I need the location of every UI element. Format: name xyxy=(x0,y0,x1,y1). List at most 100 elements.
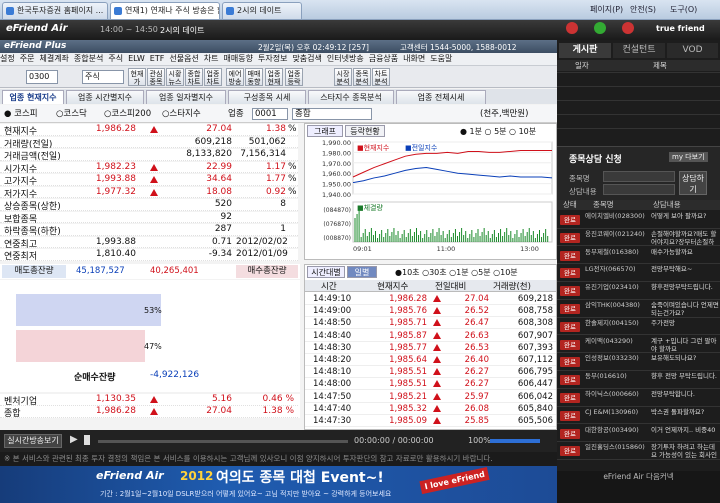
live-view-button[interactable]: 실시간방송보기 xyxy=(4,434,62,448)
tools-menu[interactable]: 도구(O) xyxy=(670,3,697,17)
stock-consult-row[interactable]: 완료 삼익THK(004380) 숨죽이며있습니다 언제면 되는건가요? xyxy=(557,300,720,318)
toolbar-button[interactable]: 관심종목 xyxy=(147,68,165,86)
tab-graph[interactable]: 그래프 xyxy=(307,125,343,137)
tab-time[interactable]: 시간대별 xyxy=(307,266,345,278)
toolbar-button[interactable]: 현재가 xyxy=(128,68,146,86)
stock-consult-row[interactable]: 완료 한솔제지(004150) 주가전망 xyxy=(557,318,720,336)
tick-radios[interactable]: ●10초 ○30초 ○1분 ○5분 ○10분 xyxy=(395,267,518,278)
broadcast-icon[interactable] xyxy=(622,22,634,34)
legend-prev: ■전일지수 xyxy=(405,143,438,152)
toolbar-button[interactable]: 시장분석 xyxy=(334,68,352,86)
browser-tab-active[interactable]: 연재1) 연재나 주식 방송은 합... xyxy=(110,2,220,19)
sector-tab[interactable]: 구성종목 시세 xyxy=(228,90,306,104)
stock-name: 하이닉스(000660) xyxy=(585,390,639,398)
board-row[interactable]: 12.01.31 <1/31 국내외 주요뉴스> xyxy=(557,128,720,129)
menu-item[interactable]: 주문 xyxy=(20,54,35,63)
radio-kospi200[interactable]: ○코스피200 xyxy=(104,105,151,123)
info-icon[interactable] xyxy=(566,22,578,34)
radio-star[interactable]: ○스타지수 xyxy=(162,105,201,123)
progress-slider[interactable] xyxy=(98,440,348,443)
toolbar-button[interactable]: 에어방송 xyxy=(226,68,244,86)
stock-consult-row[interactable]: 완료 인성정보(033230) 보유해도되나요? xyxy=(557,353,720,371)
menu-item[interactable]: 체결계좌 xyxy=(39,54,68,63)
type-select[interactable]: 주식 xyxy=(82,70,124,84)
value: 1,130.35 xyxy=(95,394,136,404)
my-more-button[interactable]: my 다보기 xyxy=(669,152,708,162)
board-row[interactable]: 12.02.01 <2/1 국내외 주요뉴스> xyxy=(557,114,720,115)
browser-tab[interactable]: 2시의 데이트 xyxy=(222,2,302,19)
toolbar-button[interactable]: 종합차트 xyxy=(185,68,203,86)
code-input[interactable]: 0300 xyxy=(26,70,58,84)
stock-consult-row[interactable]: 완료 동부제철(016380) 매수가능할까요 xyxy=(557,247,720,265)
stock-consult-row[interactable]: 완료 동부(016610) 향후 전망 부탁드립니다. xyxy=(557,371,720,389)
menu-item[interactable]: 주식 xyxy=(108,54,123,63)
radio-kosdaq[interactable]: ○코스닥 xyxy=(56,105,87,123)
tick-time: 14:48:20 xyxy=(313,355,352,365)
tick-row: 14:47:30 1,985.09 25.85 605,506 xyxy=(305,415,556,427)
stock-consult-row[interactable]: 완료 유진기업(023410) 향후전망부탁드립니다. xyxy=(557,282,720,300)
stock-consult-row[interactable]: 완료 에이치엘비(028300) 어떻게 보아 팔까요? xyxy=(557,211,720,229)
menu-item[interactable]: 선물옵션 xyxy=(169,54,198,63)
stock-consult-row[interactable]: 완료 케이맥(043290) 계구 +입니다 그런 팔아야 할까요 xyxy=(557,336,720,354)
stock-consult-row[interactable]: 완료 CJ E&M(130960) 박스권 돌파할까요? xyxy=(557,407,720,425)
safety-menu[interactable]: 안전(S) xyxy=(630,3,656,17)
menu-item[interactable]: ELW xyxy=(128,54,145,63)
consult-submit-button[interactable]: 상담하기 xyxy=(679,171,707,195)
menu-item[interactable]: 도움말 xyxy=(430,54,452,63)
up-arrow-icon xyxy=(433,392,441,400)
stock-name-input[interactable] xyxy=(603,171,675,182)
event-banner[interactable]: eFriend Air 2012 여의도 종목 대첩 Event~! 기간 : … xyxy=(0,466,557,503)
sector-tab[interactable]: 업종 전체시세 xyxy=(396,90,486,104)
stop-icon[interactable] xyxy=(84,435,90,445)
radio-kospi[interactable]: ● 코스피 xyxy=(4,105,38,123)
consult-content-input[interactable] xyxy=(603,184,675,195)
menu-item[interactable]: 맞춤검색 xyxy=(292,54,321,63)
status-badge: 완료 xyxy=(560,321,580,332)
tab-consultant[interactable]: 컨설턴트 xyxy=(613,43,665,58)
trade-icon[interactable] xyxy=(594,22,606,34)
toolbar-button[interactable]: 종목분석 xyxy=(353,68,371,86)
page-menu[interactable]: 페이지(P) xyxy=(590,3,623,17)
tab-board[interactable]: 게시판 xyxy=(559,43,611,58)
chart-period-radios[interactable]: ● 1분 ○ 5분 ○ 10분 xyxy=(460,126,536,137)
menu-item[interactable]: 매매동향 xyxy=(224,54,253,63)
stock-consult-row[interactable]: 완료 대한항공(003490) 이거 언제까지.. 비중40 xyxy=(557,425,720,443)
play-icon[interactable]: ▶ xyxy=(70,434,78,445)
sector-tab[interactable]: 업종 현재지수 xyxy=(2,90,64,104)
tick-index: 1,985.87 xyxy=(389,330,427,341)
toolbar-button[interactable]: 시황뉴스 xyxy=(166,68,184,86)
tab-vod[interactable]: VOD xyxy=(667,43,718,58)
stock-name: 에이치엘비(028300) xyxy=(585,212,645,220)
toolbar-button[interactable]: 업종현재 xyxy=(265,68,283,86)
sector-code-input[interactable]: 0001 xyxy=(252,108,288,120)
menu-item[interactable]: 내화면 xyxy=(403,54,425,63)
menu-item[interactable]: 종합분석 xyxy=(74,54,103,63)
browser-tab[interactable]: 한국투자증권 홈페이지 ... xyxy=(2,2,108,19)
board-row[interactable]: 08:27 [★][2/2 국내외 주요뉴스] xyxy=(557,100,720,101)
tab-updown[interactable]: 등락현황 xyxy=(345,125,385,137)
volume-slider[interactable] xyxy=(490,439,540,443)
menu-item[interactable]: 금융상품 xyxy=(369,54,398,63)
board-row[interactable]: 12.02.01 [공지] 2/1 이벤트 당첨자.. xyxy=(557,72,720,73)
menu-item[interactable]: 인터넷방송 xyxy=(327,54,364,63)
menu-item[interactable]: 차트 xyxy=(204,54,219,63)
toolbar-button[interactable]: 업종차트 xyxy=(204,68,222,86)
tab-daily[interactable]: 일별 xyxy=(347,266,377,278)
menu-item[interactable]: ETF xyxy=(150,54,165,63)
toolbar-button[interactable]: 차트분석 xyxy=(372,68,390,86)
toolbar-button[interactable]: 매매동향 xyxy=(245,68,263,86)
board-row[interactable]: 12.02.01 [공지] 주소 입력 문제 발생 .. xyxy=(557,86,720,87)
stock-consult-row[interactable]: 완료 웅진코웨이(021240) 손절해야할까요?매도 할어야지요?장부터손절하니.… xyxy=(557,229,720,247)
sector-tab[interactable]: 업종 시간별지수 xyxy=(66,90,144,104)
tick-volume: 608,308 xyxy=(517,318,553,329)
stock-consult-row[interactable]: 완료 LG전자(066570) 전망부탁해요~ xyxy=(557,264,720,282)
menu-item[interactable]: 투자정보 xyxy=(258,54,287,63)
stock-consult-row[interactable]: 완료 하이닉스(000660) 전망부탁합니다. xyxy=(557,389,720,407)
sector-name-input[interactable]: 종합 xyxy=(292,108,372,120)
toolbar-button[interactable]: 업종등락 xyxy=(285,68,303,86)
index-row-label: 시가지수 xyxy=(4,164,38,175)
sector-tab[interactable]: 스타지수 종목분석 xyxy=(308,90,394,104)
stock-consult-row[interactable]: 완료 일진홀딩스(015860) 장기투자 하려고 하는데요 가능성이 있는 회사인… xyxy=(557,442,720,460)
menu-item[interactable]: 설정 xyxy=(0,54,15,63)
sector-tab[interactable]: 업종 일자별지수 xyxy=(146,90,226,104)
